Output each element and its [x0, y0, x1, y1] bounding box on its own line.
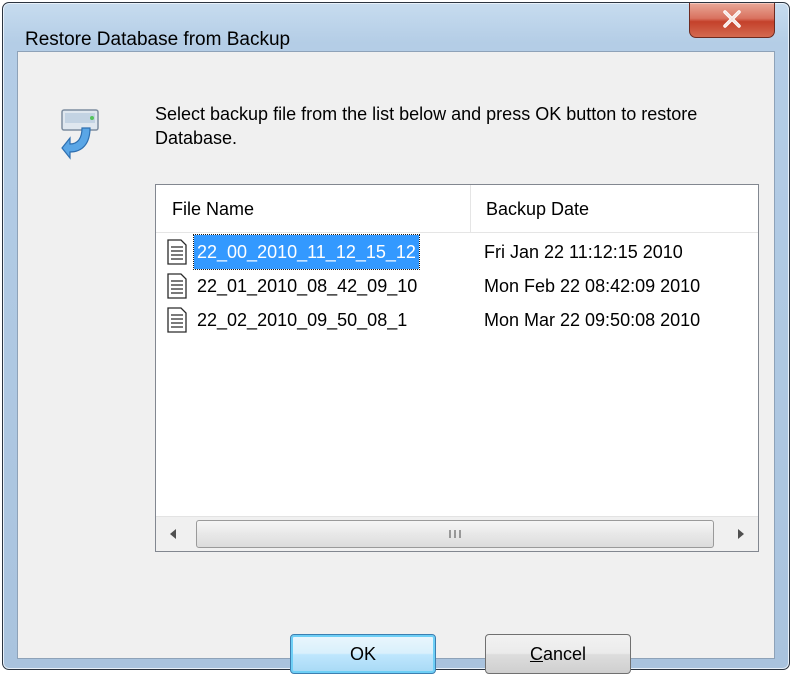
column-divider[interactable] — [470, 185, 471, 232]
title-bar[interactable]: Restore Database from Backup — [3, 3, 789, 51]
scroll-left-button[interactable] — [156, 517, 190, 551]
backup-file-list[interactable]: File Name Backup Date 22_00_2010_11_12_1… — [155, 184, 759, 552]
ok-button[interactable]: OK — [290, 634, 436, 674]
document-icon — [167, 307, 187, 333]
document-icon — [167, 239, 187, 265]
chevron-right-icon — [738, 529, 744, 539]
file-name: 22_02_2010_09_50_08_1 — [197, 310, 408, 330]
backup-date: Mon Mar 22 09:50:08 2010 — [484, 310, 701, 330]
dialog-body: Select backup file from the list below a… — [17, 51, 775, 674]
scrollbar-thumb[interactable] — [196, 520, 714, 548]
list-item[interactable]: 22_01_2010_08_42_09_10 Mon Feb 22 08:42:… — [156, 269, 756, 303]
ok-button-label: OK — [349, 644, 376, 664]
chevron-left-icon — [170, 529, 176, 539]
file-name: 22_01_2010_08_42_09_10 — [197, 276, 418, 296]
window-title: Restore Database from Backup — [25, 29, 291, 50]
backup-date: Fri Jan 22 11:12:15 2010 — [484, 242, 683, 262]
close-button[interactable] — [689, 3, 775, 38]
horizontal-scrollbar[interactable] — [156, 516, 758, 551]
column-header-file-name[interactable]: File Name — [172, 199, 254, 220]
restore-icon — [61, 109, 99, 160]
list-header: File Name Backup Date — [156, 185, 758, 233]
list-item[interactable]: 22_02_2010_09_50_08_1 Mon Mar 22 09:50:0… — [156, 303, 756, 337]
document-icon — [167, 273, 187, 299]
cancel-button[interactable]: Cancel — [485, 634, 631, 674]
instruction-text: Select backup file from the list below a… — [155, 104, 698, 148]
file-name: 22_00_2010_11_12_15_12 — [193, 234, 420, 270]
cancel-button-label: ancel — [542, 644, 587, 664]
cancel-accelerator: C — [529, 644, 543, 664]
close-x-icon — [723, 10, 741, 28]
dialog-window: Restore Database from Backup Select back… — [2, 2, 790, 674]
list-item[interactable]: 22_00_2010_11_12_15_12 Fri Jan 22 11:12:… — [156, 234, 756, 270]
scroll-right-button[interactable] — [724, 517, 758, 551]
column-header-backup-date[interactable]: Backup Date — [486, 199, 589, 220]
grip-icon — [449, 530, 461, 538]
backup-date: Mon Feb 22 08:42:09 2010 — [484, 276, 701, 296]
